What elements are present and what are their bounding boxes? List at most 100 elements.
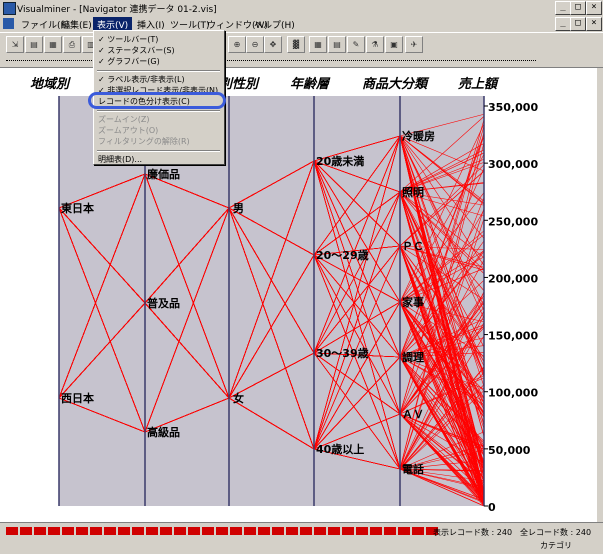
progress-segment	[244, 527, 256, 535]
progress-segment	[132, 527, 144, 535]
child-close-button[interactable]: ×	[586, 17, 602, 31]
status-bar: 表示レコード数 : 240 全レコード数 : 240 カテゴリ	[0, 522, 603, 554]
save-icon[interactable]: ▤	[25, 36, 43, 53]
view-menu-item-9: ズームアウト(O)	[98, 126, 159, 135]
open-icon[interactable]: ▦	[44, 36, 62, 53]
menu-bar: ファイル(F) 編集(E) 表示(V) 挿入(I) ツール(T) ウィンドウ(W…	[0, 16, 603, 32]
category-label[interactable]: 女	[233, 391, 244, 405]
progress-segment	[258, 527, 270, 535]
view-menu-item-2[interactable]: ✓ グラフバー(G)	[98, 56, 160, 67]
document-name: [Navigator 連携データ 01-2.vis]	[79, 5, 217, 15]
category-label[interactable]: 電話	[402, 462, 424, 476]
category-label[interactable]: ＰＣ	[402, 240, 424, 253]
category-label[interactable]: ＡＶ	[402, 408, 424, 421]
axis-slider-track[interactable]	[6, 60, 536, 61]
view-menu-item-8: ズームイン(Z)	[98, 115, 150, 124]
child-minimize-button[interactable]: _	[555, 17, 571, 31]
progress-segment	[48, 527, 60, 535]
total-records-label: 全レコード数 : 240	[520, 528, 592, 537]
child-restore-button[interactable]: □	[570, 17, 586, 31]
progress-segment	[216, 527, 228, 535]
axis-header-2[interactable]: 性別	[232, 76, 260, 92]
close-button[interactable]: ×	[586, 1, 602, 15]
value-tick-label: 350,000	[488, 101, 538, 114]
toolbar: ⇲ ▤ ▦ ⎙ ▥ ⊕ ⊖ ✥ ▓ ▦ ▤ ✎ ⚗ ▣ ✈	[0, 32, 603, 57]
import-icon[interactable]: ⇲	[6, 36, 24, 53]
filter-icon[interactable]: ⚗	[366, 36, 384, 53]
color-icon[interactable]: ▓	[287, 36, 305, 53]
menu-help[interactable]: ヘルプ(H)	[250, 17, 299, 32]
table-icon[interactable]: ▦	[309, 36, 327, 53]
progress-segment	[398, 527, 410, 535]
category-label[interactable]: 高級品	[147, 425, 180, 439]
progress-segment	[188, 527, 200, 535]
zoom-in-icon[interactable]: ⊕	[228, 36, 246, 53]
parallel-coordinates-chart[interactable]: 地域別価格帯別性別年齢層商品大分類売上額東日本西日本廉価品普及品高級品男女20歳…	[0, 68, 603, 523]
view-menu-item-10: フィルタリングの解除(R)	[98, 137, 190, 146]
progress-segment	[286, 527, 298, 535]
progress-segment	[146, 527, 158, 535]
maximize-button[interactable]: □	[570, 1, 586, 15]
print-icon[interactable]: ⎙	[63, 36, 81, 53]
pan-icon[interactable]: ✥	[264, 36, 282, 53]
category-label[interactable]: 調理	[402, 350, 424, 364]
export-icon[interactable]: ✈	[405, 36, 423, 53]
menu-separator	[97, 110, 220, 112]
axis-header-5[interactable]: 売上額	[458, 76, 500, 92]
view-menu-item-12[interactable]: 明細表(D)...	[98, 154, 142, 165]
category-label[interactable]: 男	[233, 202, 244, 215]
doc-icon[interactable]	[3, 18, 14, 29]
progress-segment	[202, 527, 214, 535]
highlight-ring	[88, 92, 226, 109]
value-tick-label: 250,000	[488, 215, 538, 228]
category-label[interactable]: 普及品	[147, 296, 180, 310]
menu-edit[interactable]: 編集(E)	[57, 17, 96, 32]
menu-separator	[97, 70, 220, 72]
progress-segment	[314, 527, 326, 535]
progress-segment	[6, 527, 18, 535]
value-tick-label: 150,000	[488, 330, 538, 343]
scrollbar-edge[interactable]	[597, 68, 603, 523]
progress-segment	[272, 527, 284, 535]
progress-segment	[104, 527, 116, 535]
category-label[interactable]: 廉価品	[147, 167, 180, 181]
value-tick-label: 50,000	[488, 444, 531, 457]
progress-segment	[118, 527, 130, 535]
chart-area: 地域別価格帯別性別年齢層商品大分類売上額東日本西日本廉価品普及品高級品男女20歳…	[0, 67, 603, 523]
progress-segment	[230, 527, 242, 535]
axis-header-4[interactable]: 商品大分類	[362, 76, 430, 92]
view-menu-item-4[interactable]: ✓ ラベル表示/非表示(L)	[98, 74, 185, 85]
shown-records-label: 表示レコード数 : 240	[433, 528, 513, 537]
progress-segment	[76, 527, 88, 535]
category-label[interactable]: 30～39歳	[316, 346, 369, 360]
view-menu-dropdown: ✓ ツールバー(T) ✓ ステータスバー(S) ✓ グラフバー(G) ✓ ラベル表示/…	[88, 30, 226, 165]
axis-header-3[interactable]: 年齢層	[290, 76, 331, 92]
minimize-button[interactable]: _	[555, 1, 571, 15]
category-label: カテゴリ	[540, 541, 572, 550]
app-name: Visualminer	[17, 5, 71, 15]
progress-segment	[90, 527, 102, 535]
zoom-out-icon[interactable]: ⊖	[246, 36, 264, 53]
category-label[interactable]: 東日本	[61, 201, 94, 215]
progress-segment	[342, 527, 354, 535]
title-bar: Visualminer - [Navigator 連携データ 01-2.vis]…	[0, 0, 603, 17]
layout-icon[interactable]: ▣	[385, 36, 403, 53]
view-menu-item-0[interactable]: ✓ ツールバー(T)	[98, 34, 158, 45]
category-label[interactable]: 20～29歳	[316, 248, 369, 262]
progress-segment	[370, 527, 382, 535]
category-label[interactable]: 40歳以上	[316, 442, 364, 456]
chart-icon[interactable]: ▤	[328, 36, 346, 53]
axis-header-0[interactable]: 地域別	[30, 76, 71, 92]
category-label[interactable]: 家事	[402, 295, 424, 309]
progress-segment	[356, 527, 368, 535]
category-label[interactable]: 西日本	[61, 391, 94, 405]
progress-segment	[412, 527, 424, 535]
category-label[interactable]: 冷暖房	[402, 129, 435, 143]
category-label[interactable]: 照明	[402, 186, 424, 199]
brush-icon[interactable]: ✎	[347, 36, 365, 53]
progress-segment	[34, 527, 46, 535]
value-tick-label: 0	[488, 501, 496, 514]
menu-separator	[97, 150, 220, 152]
view-menu-item-1[interactable]: ✓ ステータスバー(S)	[98, 45, 175, 56]
category-label[interactable]: 20歳未満	[316, 154, 364, 168]
